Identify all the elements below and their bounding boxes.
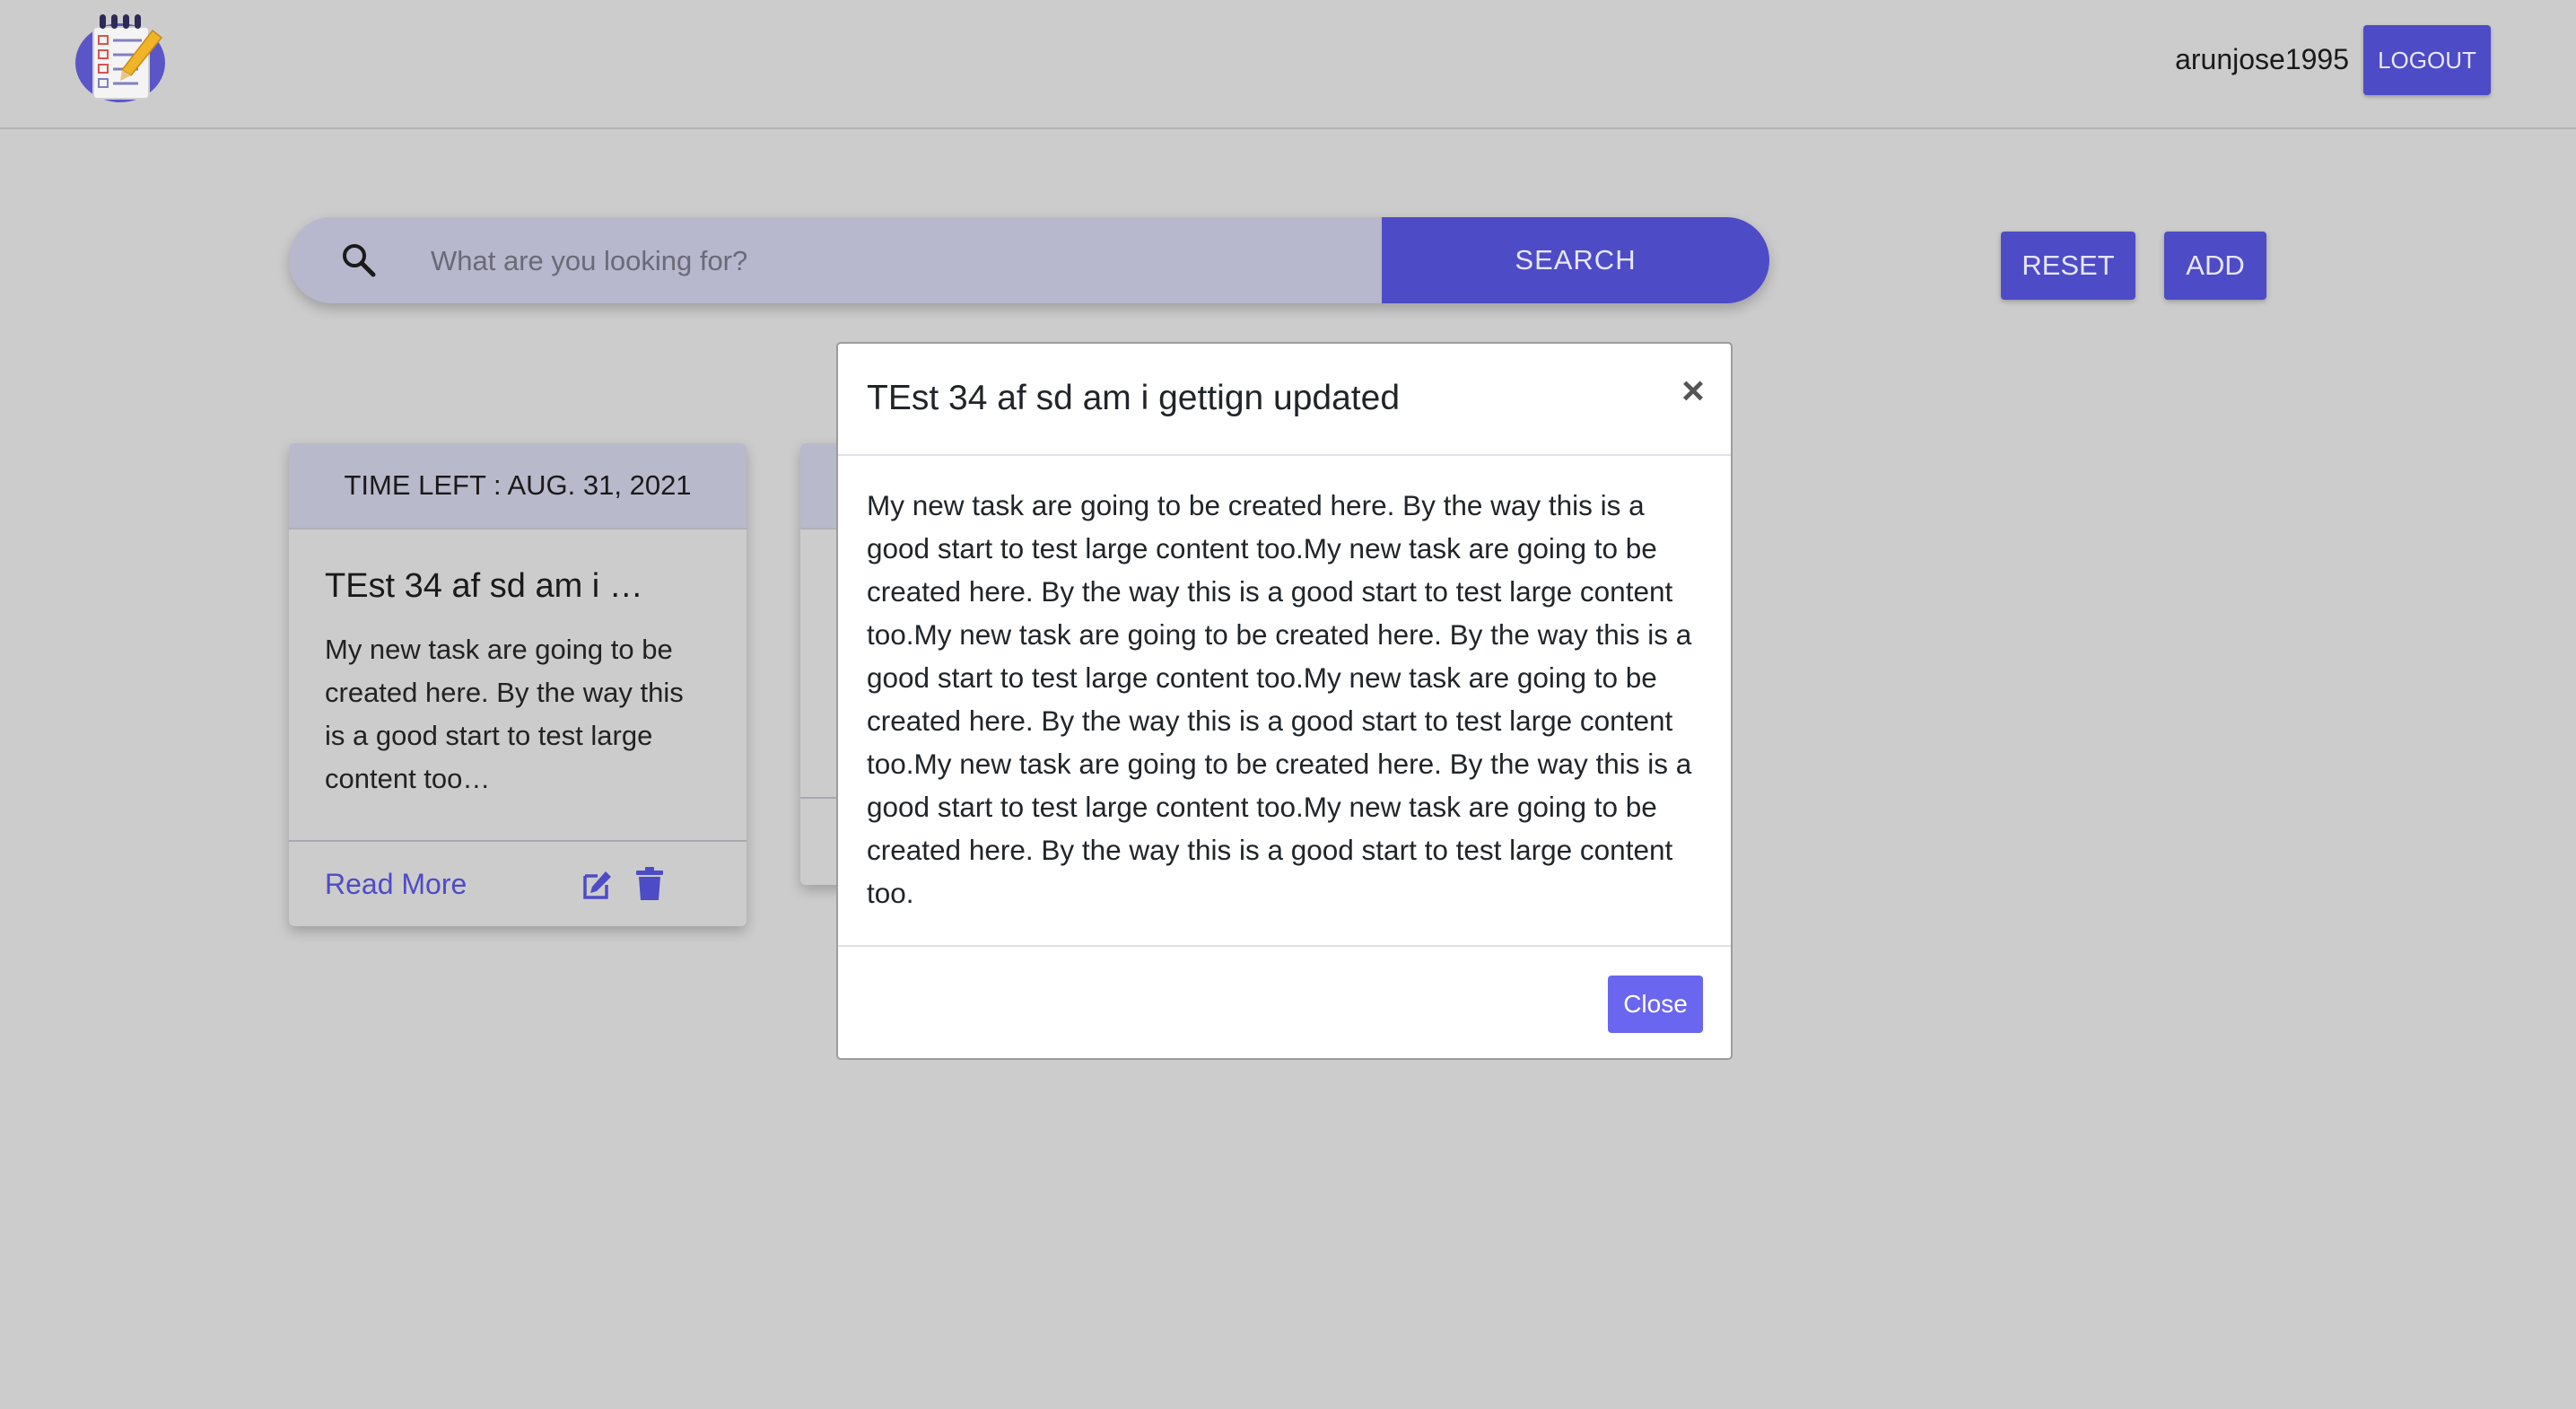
app-header: arunjose1995 LOGOUT (0, 0, 2576, 129)
task-title: TEst 34 af sd am i … (325, 567, 643, 605)
add-button[interactable]: ADD (2164, 232, 2266, 300)
modal-title: TEst 34 af sd am i gettign updated (867, 379, 1401, 417)
trash-icon[interactable] (635, 867, 664, 901)
notepad-checklist-pencil-icon[interactable] (75, 13, 170, 104)
close-icon[interactable]: × (1672, 371, 1714, 412)
modal-body-text: My new task are going to be created here… (867, 489, 1692, 909)
search-input[interactable] (429, 217, 1366, 303)
username-label: arunjose1995 (2175, 43, 2349, 75)
read-more-link[interactable]: Read More (325, 862, 467, 906)
close-button[interactable]: Close (1608, 976, 1703, 1033)
logout-button[interactable]: LOGOUT (2363, 25, 2491, 95)
task-description: My new task are going to be created here… (325, 634, 684, 794)
reset-button[interactable]: RESET (2001, 232, 2135, 300)
modal-footer: Close (838, 945, 1731, 1060)
search-bar: SEARCH (289, 217, 1769, 303)
task-detail-modal: TEst 34 af sd am i gettign updated × My … (836, 342, 1733, 1060)
modal-header: TEst 34 af sd am i gettign updated × (838, 344, 1731, 456)
search-button[interactable]: SEARCH (1382, 217, 1769, 303)
edit-icon[interactable] (581, 869, 614, 901)
task-card: TIME LEFT : AUG. 31, 2021 TEst 34 af sd … (289, 443, 747, 926)
time-left-label: TIME LEFT : AUG. 31, 2021 (289, 443, 747, 529)
search-icon[interactable] (341, 242, 377, 278)
card-footer: Read More (289, 840, 747, 926)
